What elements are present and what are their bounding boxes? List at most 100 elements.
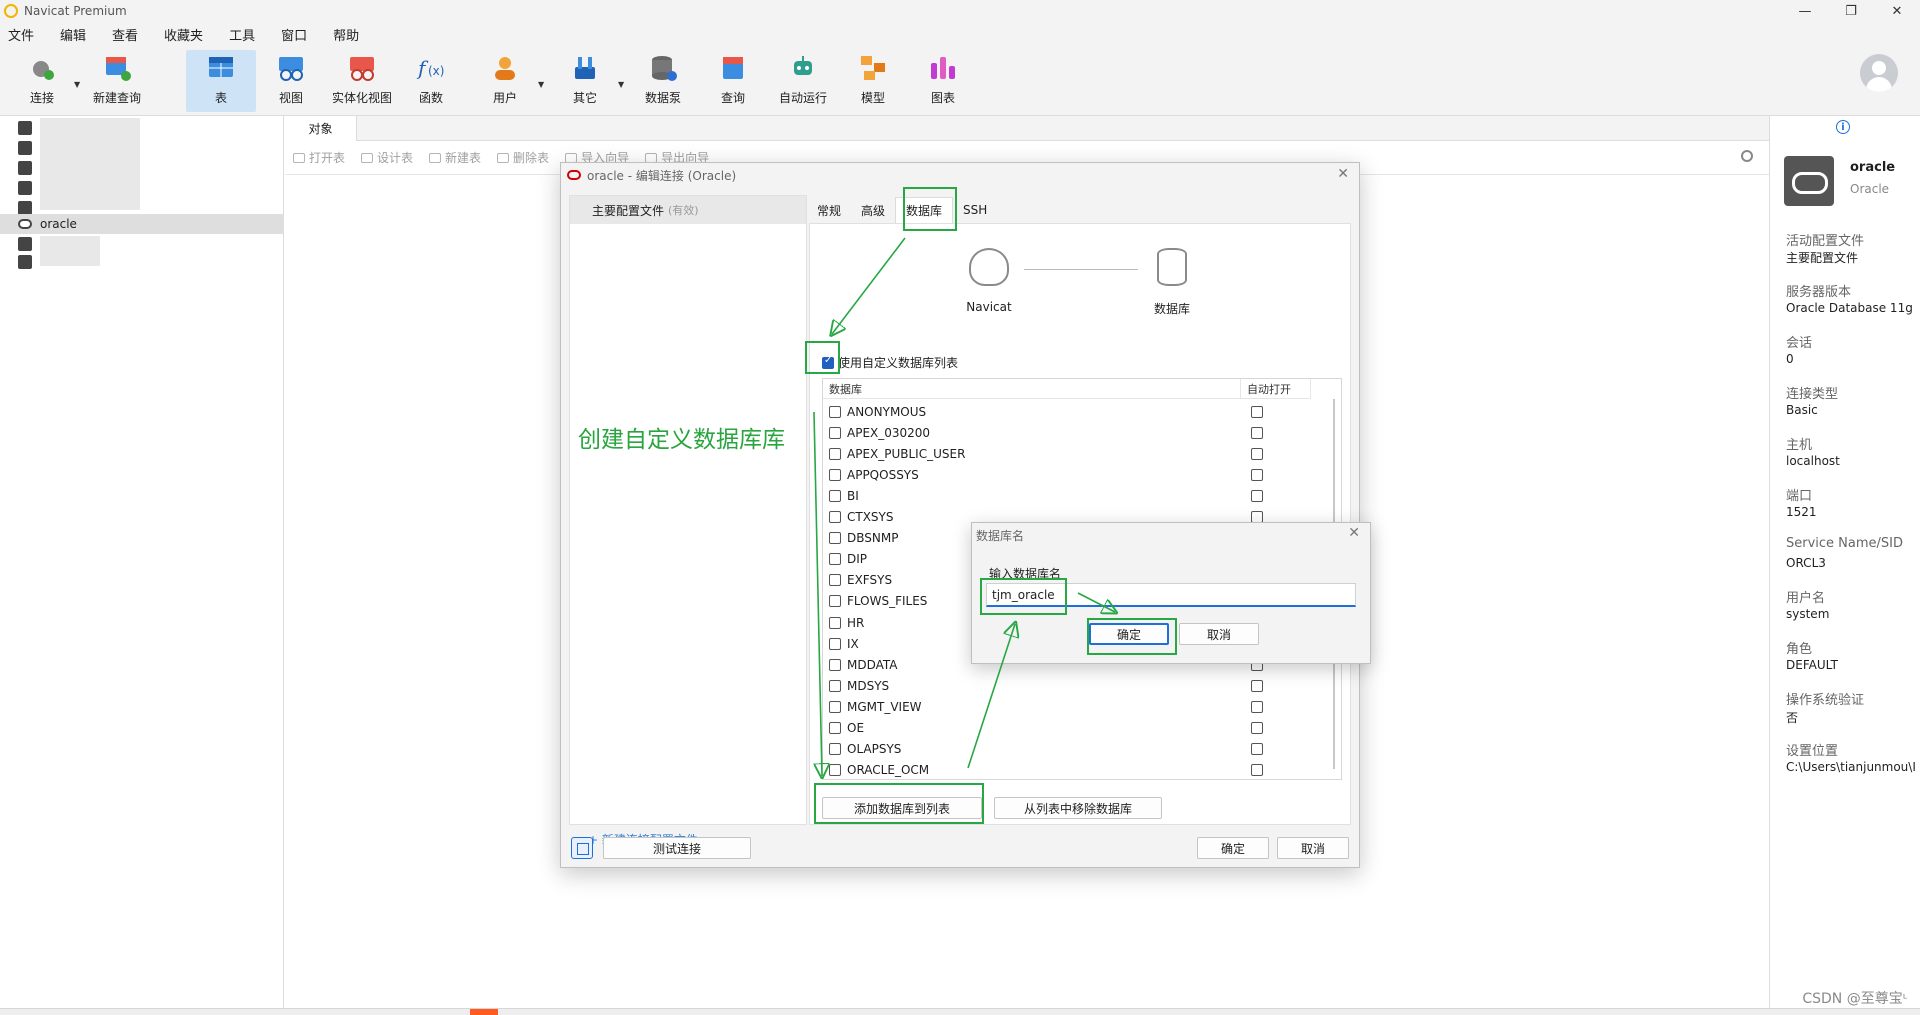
auto-open-checkbox[interactable] [1251,764,1263,777]
table-row[interactable]: APEX_PUBLIC_USER [823,443,1331,464]
info-key: Service Name/SID [1786,536,1904,551]
select-database-checkbox[interactable] [829,679,841,692]
materialized-view-button[interactable]: 实体化视图 [326,50,398,112]
other-dropdown-icon[interactable]: ▼ [618,80,624,89]
select-database-checkbox[interactable] [829,489,841,502]
table-row[interactable]: BI [823,485,1331,506]
query-button[interactable]: 查询 [710,50,756,112]
chart-button[interactable]: 图表 [920,50,966,112]
select-database-checkbox[interactable] [829,574,841,587]
select-database-checkbox[interactable] [829,468,841,481]
connect-dropdown-icon[interactable]: ▼ [74,80,80,89]
select-database-checkbox[interactable] [829,743,841,756]
select-database-checkbox[interactable] [829,637,841,650]
subdialog-cancel-button[interactable]: 取消 [1179,623,1259,645]
info-value: DEFAULT [1786,658,1838,672]
select-database-checkbox[interactable] [829,700,841,713]
connection-name: oracle [1850,160,1896,175]
user-button[interactable]: 用户 [482,50,528,112]
auto-run-button[interactable]: 自动运行 [774,50,832,112]
search-icon[interactable] [1741,150,1753,162]
table-row[interactable]: ORACLE_OCM [823,760,1331,779]
tab-ssh[interactable]: SSH [953,197,997,223]
database-name: DIP [847,552,868,567]
user-avatar[interactable] [1860,54,1898,92]
select-database-checkbox[interactable] [829,405,841,418]
select-database-checkbox[interactable] [829,658,841,671]
select-database-checkbox[interactable] [829,722,841,734]
info-icon[interactable]: i [1836,120,1850,134]
table-row[interactable]: ANONYMOUS [823,401,1331,422]
table-row[interactable]: OE [823,718,1331,739]
table-button[interactable]: 表 [186,50,256,112]
menu-favorites[interactable]: 收藏夹 [156,25,211,44]
maximize-button[interactable]: ❐ [1828,0,1874,22]
tab-general[interactable]: 常规 [807,197,851,223]
auto-open-checkbox[interactable] [1251,743,1263,756]
tab-objects[interactable]: 对象 [285,116,357,141]
auto-open-checkbox[interactable] [1251,489,1263,502]
user-dropdown-icon[interactable]: ▼ [538,80,544,89]
table-row[interactable]: OLAPSYS [823,739,1331,760]
auto-open-checkbox[interactable] [1251,405,1263,418]
select-database-checkbox[interactable] [829,532,841,545]
minimize-button[interactable]: — [1782,0,1828,22]
table-row[interactable]: APEX_030200 [823,422,1331,443]
new-query-button[interactable]: 新建查询 [88,50,146,112]
table-row[interactable]: APPQOSSYS [823,464,1331,485]
data-pump-button[interactable]: 数据泵 [638,50,688,112]
select-database-checkbox[interactable] [829,447,841,460]
tree-item-oracle[interactable]: oracle [0,214,284,234]
select-database-checkbox[interactable] [829,616,841,629]
test-connection-button[interactable]: 测试连接 [603,837,751,859]
function-button[interactable]: f (x) 函数 [408,50,454,112]
delete-table-button[interactable]: 删除表 [497,149,549,166]
table-row[interactable]: MGMT_VIEW [823,696,1331,717]
model-button[interactable]: 模型 [850,50,896,112]
connection-icon [18,161,32,175]
auto-open-checkbox[interactable] [1251,426,1263,439]
column-header-auto-open[interactable]: 自动打开 [1241,379,1311,399]
auto-open-checkbox[interactable] [1251,468,1263,481]
menu-tools[interactable]: 工具 [221,25,263,44]
auto-open-checkbox[interactable] [1251,722,1263,734]
auto-open-checkbox[interactable] [1251,447,1263,460]
open-table-button[interactable]: 打开表 [293,149,345,166]
info-value: 主要配置文件 [1786,251,1859,265]
auto-open-checkbox[interactable] [1251,700,1263,713]
menu-edit[interactable]: 编辑 [52,25,94,44]
connect-button[interactable]: 连接 [16,50,68,112]
select-database-checkbox[interactable] [829,764,841,777]
select-database-checkbox[interactable] [829,553,841,566]
view-button[interactable]: 视图 [268,50,314,112]
column-header-database[interactable]: 数据库 [823,379,1241,399]
info-key: 会话 [1786,336,1813,351]
sidebar-toggle-icon[interactable] [571,837,593,859]
table-row[interactable]: MDSYS [823,675,1331,696]
select-database-checkbox[interactable] [829,511,841,523]
auto-open-checkbox[interactable] [1251,679,1263,692]
remove-database-button[interactable]: 从列表中移除数据库 [994,797,1162,819]
tab-advanced[interactable]: 高级 [851,197,895,223]
subdialog-close-icon[interactable]: ✕ [1348,525,1360,541]
menu-view[interactable]: 查看 [104,25,146,44]
data-pump-icon [648,53,678,83]
cancel-button[interactable]: 取消 [1277,837,1349,859]
new-table-button[interactable]: 新建表 [429,149,481,166]
select-database-checkbox[interactable] [829,426,841,439]
other-button[interactable]: 其它 [562,50,608,112]
select-database-checkbox[interactable] [829,595,841,608]
menu-file[interactable]: 文件 [0,25,42,44]
use-custom-list-option[interactable]: 使用自定义数据库列表 [822,354,958,371]
dialog-close-icon[interactable]: ✕ [1337,166,1349,182]
close-window-button[interactable]: ✕ [1874,0,1920,22]
design-table-button[interactable]: 设计表 [361,149,413,166]
database-name: APEX_PUBLIC_USER [847,446,966,461]
info-key: 活动配置文件 [1786,234,1865,249]
database-name: DBSNMP [847,531,899,546]
info-key: 端口 [1786,489,1813,504]
ok-button[interactable]: 确定 [1197,837,1269,859]
menu-help[interactable]: 帮助 [325,25,367,44]
profile-item-main[interactable]: 主要配置文件 (有效) [570,196,806,224]
menu-window[interactable]: 窗口 [273,25,315,44]
